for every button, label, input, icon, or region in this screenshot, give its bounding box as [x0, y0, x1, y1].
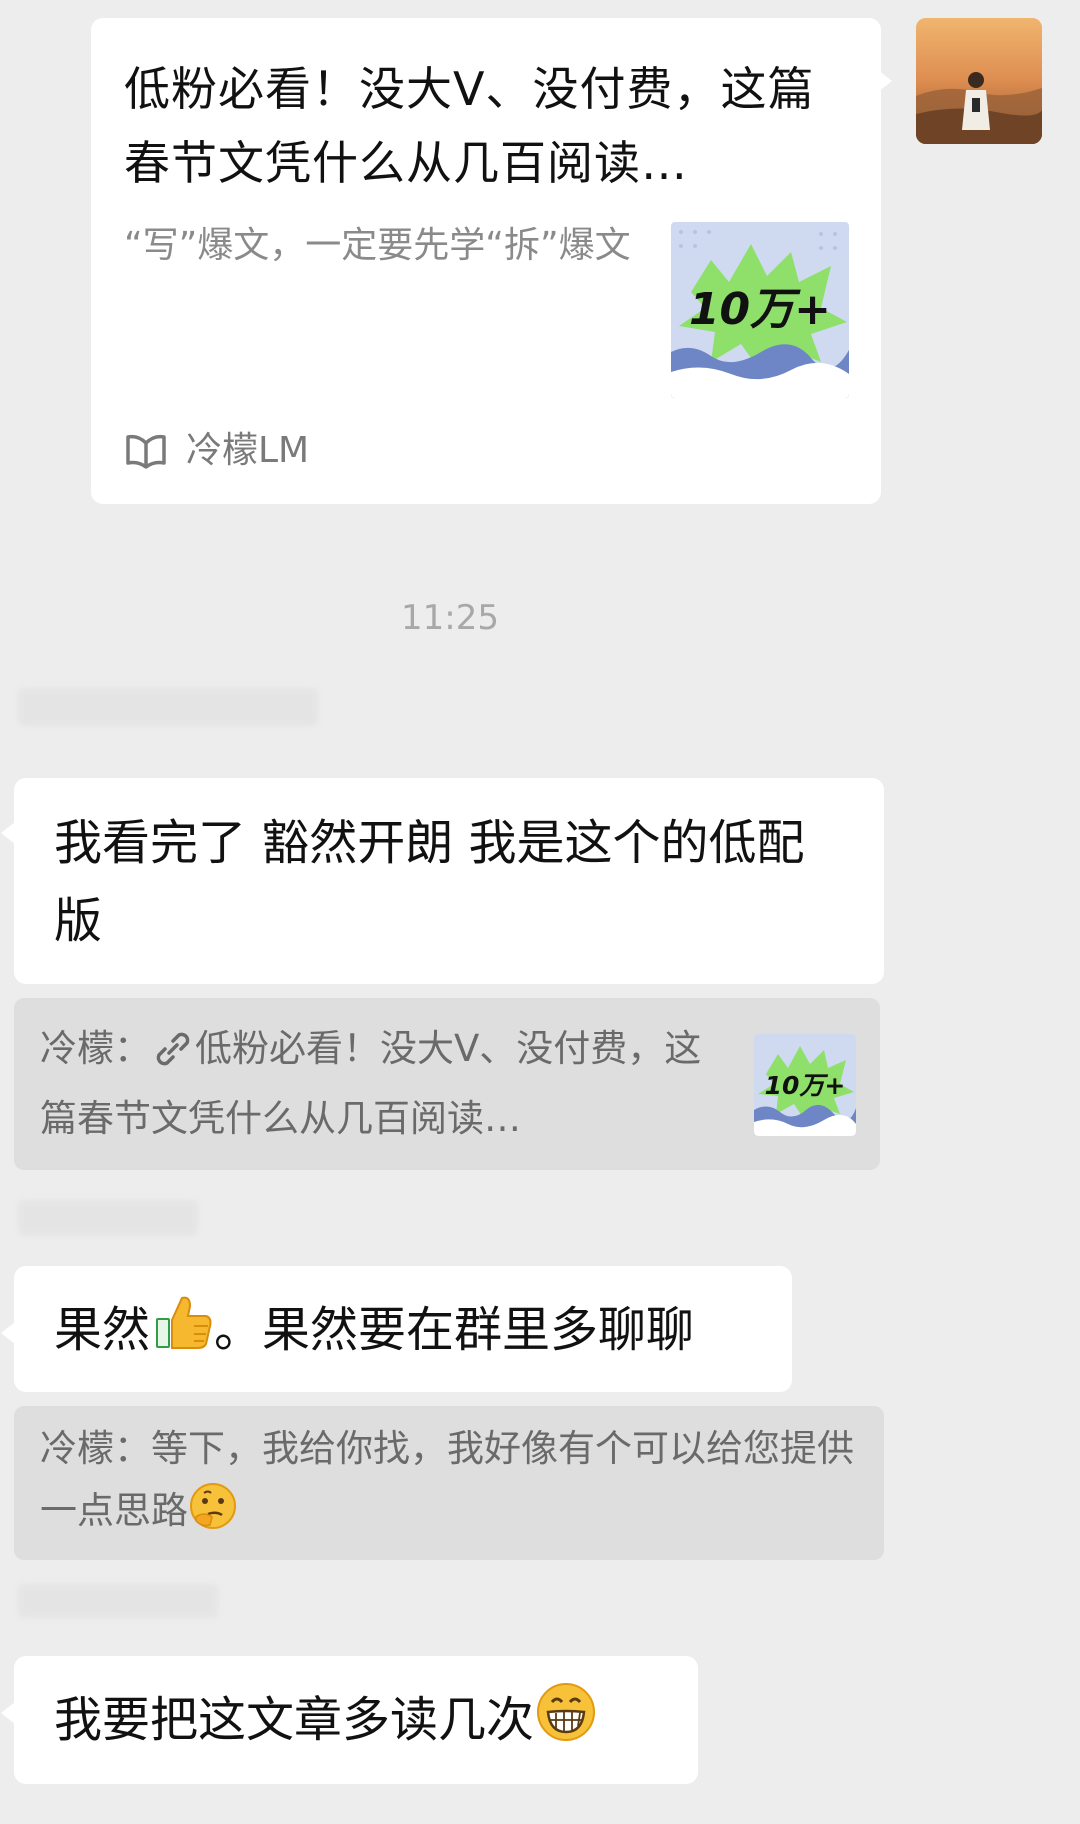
grinning-face-icon	[534, 1680, 598, 1767]
message-bubble[interactable]: 我看完了 豁然开朗 我是这个的低配版	[14, 778, 884, 984]
sender-name-blurred	[18, 1584, 218, 1618]
article-source: 冷檬LM	[186, 430, 310, 471]
quote-thumbnail-text: 10万+	[765, 1071, 846, 1100]
avatar[interactable]	[916, 18, 1042, 144]
sender-name-blurred	[18, 1200, 198, 1236]
thumbnail-text: 10万+	[689, 284, 831, 335]
timestamp: 11:25	[401, 598, 499, 638]
quote-thumbnail: 10万+	[754, 1034, 856, 1136]
quote-author: 冷檬：	[40, 1027, 151, 1070]
message-text-before: 果然	[54, 1302, 151, 1358]
article-title: 低粉必看！没大V、没付费，这篇春节文凭什么从几百阅读…	[124, 62, 815, 190]
bubble-tail	[1, 822, 15, 844]
bubble-tail	[1, 1702, 15, 1724]
message-text-after: 。果然要在群里多聊聊	[214, 1302, 695, 1358]
article-description: “写”爆文，一定要先学“拆”爆文	[124, 225, 631, 266]
article-thumbnail: 10万+	[671, 222, 849, 398]
message-text: 我看完了 豁然开朗 我是这个的低配版	[54, 815, 805, 949]
bubble-tail	[1, 1322, 15, 1344]
book-icon	[124, 431, 168, 471]
message-bubble[interactable]: 果然 。果然要在群里多聊聊	[14, 1266, 792, 1392]
quote-box[interactable]: 冷檬： 低粉必看！没大V、没付费，这篇春节文凭什么从几百阅读…	[14, 998, 880, 1170]
quote-text: 等下，我给你找，我好像有个可以给您提供一点思路	[40, 1427, 854, 1532]
message-bubble[interactable]: 我要把这文章多读几次	[14, 1656, 698, 1784]
message-text: 我要把这文章多读几次	[54, 1692, 535, 1748]
sender-name-blurred	[18, 688, 318, 726]
link-icon	[151, 1026, 195, 1088]
card-tail	[878, 70, 892, 92]
quote-box[interactable]: 冷檬：等下，我给你找，我好像有个可以给您提供一点思路	[14, 1406, 884, 1560]
thinking-face-icon	[188, 1481, 238, 1550]
thumbs-up-icon	[150, 1290, 214, 1377]
quote-author: 冷檬：	[40, 1427, 151, 1470]
